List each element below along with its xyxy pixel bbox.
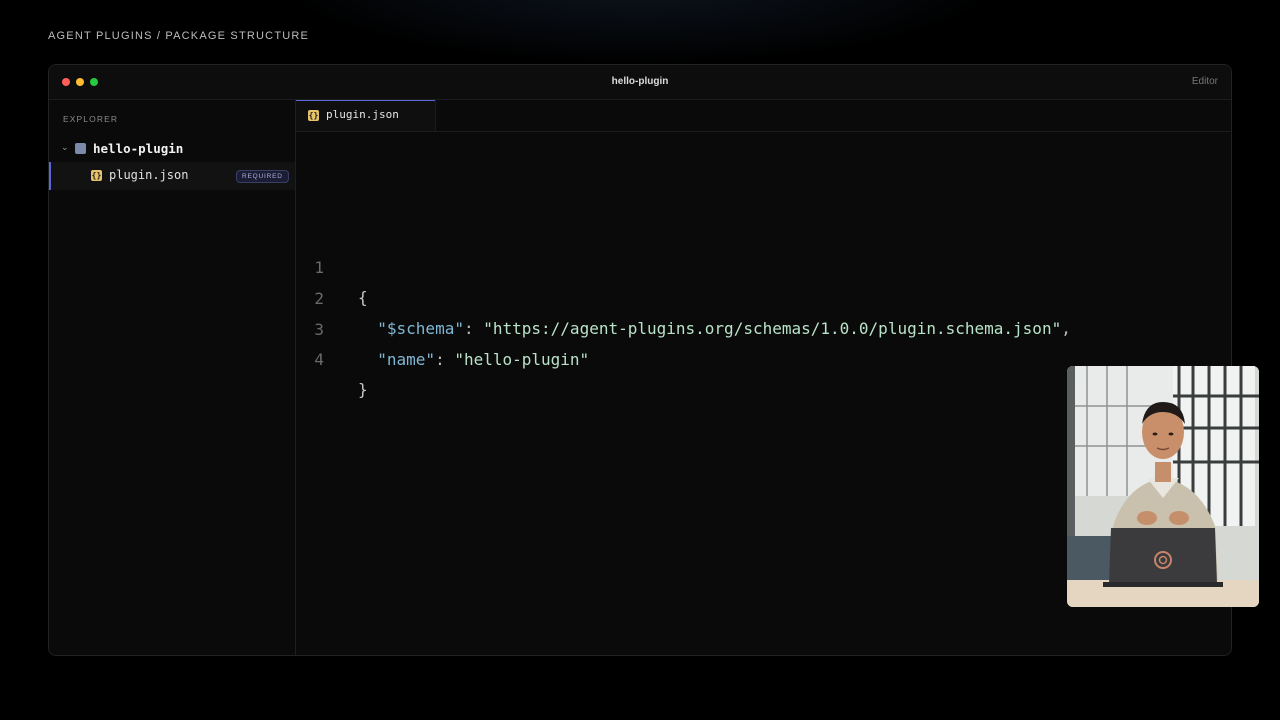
selection-indicator bbox=[49, 162, 51, 190]
file-name: plugin.json bbox=[109, 168, 189, 182]
code-token: } bbox=[358, 380, 368, 399]
tab-plugin-json[interactable]: {} plugin.json bbox=[296, 100, 436, 131]
presenter-video[interactable] bbox=[1067, 366, 1259, 607]
title-bar: hello-plugin Editor bbox=[49, 65, 1231, 100]
tab-label: plugin.json bbox=[326, 108, 399, 121]
required-badge: REQUIRED bbox=[236, 170, 289, 183]
explorer-sidebar: EXPLORER ⌄ hello-plugin {} plugin.json R… bbox=[49, 100, 296, 655]
line-content: "name": "hello-plugin" bbox=[358, 345, 589, 375]
editor-window: hello-plugin Editor EXPLORER ⌄ hello-plu… bbox=[48, 64, 1232, 656]
line-number: 4 bbox=[314, 350, 324, 369]
line-content: } bbox=[358, 375, 368, 405]
active-tab-indicator bbox=[296, 100, 435, 101]
code-line: 2 "$schema": "https://agent-plugins.org/… bbox=[296, 254, 1196, 338]
json-file-icon: {} bbox=[308, 110, 319, 121]
folder-row-hello-plugin[interactable]: ⌄ hello-plugin bbox=[49, 138, 295, 160]
json-file-icon: {} bbox=[91, 170, 102, 181]
chevron-down-icon: ⌄ bbox=[61, 142, 69, 152]
breadcrumb: AGENT PLUGINS / PACKAGE STRUCTURE bbox=[48, 30, 310, 42]
code-line: 1 { bbox=[296, 223, 1196, 307]
window-title: hello-plugin bbox=[611, 76, 669, 87]
file-row-plugin-json[interactable]: {} plugin.json REQUIRED bbox=[49, 162, 295, 190]
code-token: "hello-plugin" bbox=[454, 350, 590, 369]
code-token: "name" bbox=[377, 350, 436, 369]
explorer-heading: EXPLORER bbox=[63, 114, 119, 124]
presenter-video-thumbnail bbox=[1067, 366, 1259, 607]
folder-name: hello-plugin bbox=[93, 141, 184, 156]
folder-icon bbox=[75, 143, 86, 154]
code-line: 4 } bbox=[296, 315, 1196, 399]
mode-label: Editor bbox=[1191, 76, 1218, 87]
tab-bar: {} plugin.json bbox=[296, 100, 1231, 132]
code-line: 3 "name": "hello-plugin" bbox=[296, 285, 1196, 369]
code-token: : bbox=[435, 350, 455, 369]
